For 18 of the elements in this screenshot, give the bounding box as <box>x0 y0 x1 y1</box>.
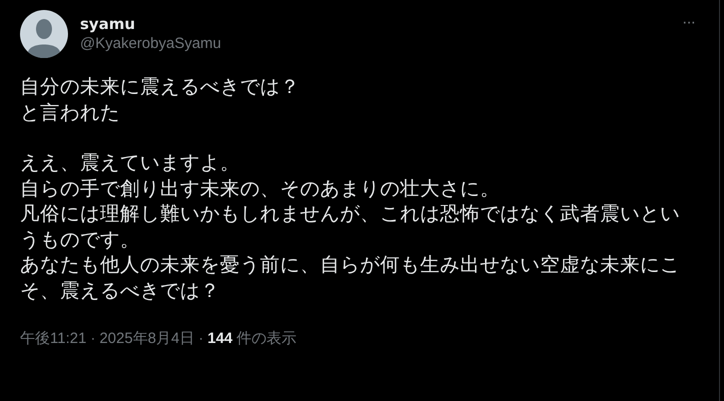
post-text-line: あなたも他人の未来を憂う前に、自らが何も生み出せない空虚な未来にこ <box>20 252 680 278</box>
more-options-button[interactable]: ··· <box>678 14 699 32</box>
post-text-line: 凡俗には理解し難いかもしれませんが、これは恐怖ではなく武者震いとい <box>20 201 680 226</box>
post-text-line: ええ、震えていますよ。 <box>20 150 240 176</box>
post-text-line: 自らの手で創り出す未来の、そのあまりの壮大さに。 <box>20 176 500 201</box>
author-name[interactable]: syamu <box>80 14 666 34</box>
post-text-line: 自分の未来に震えるべきでは？ <box>20 74 300 100</box>
views-label: 件の表示 <box>236 329 297 348</box>
author-handle[interactable]: @KyakerobyaSyamu <box>80 34 666 54</box>
post-date[interactable]: 2025年8月4日 <box>99 329 194 348</box>
post-text-line: そ、震えるべきでは？ <box>20 278 220 303</box>
avatar-icon[interactable] <box>20 10 68 58</box>
separator-dot: · <box>198 330 204 347</box>
post-text-line: うものです。 <box>20 226 140 252</box>
post-text-line: と言われた <box>20 100 120 125</box>
separator-dot: · <box>90 330 96 347</box>
view-count: 144 <box>208 330 233 347</box>
post-time[interactable]: 午後11:21 <box>20 329 86 348</box>
